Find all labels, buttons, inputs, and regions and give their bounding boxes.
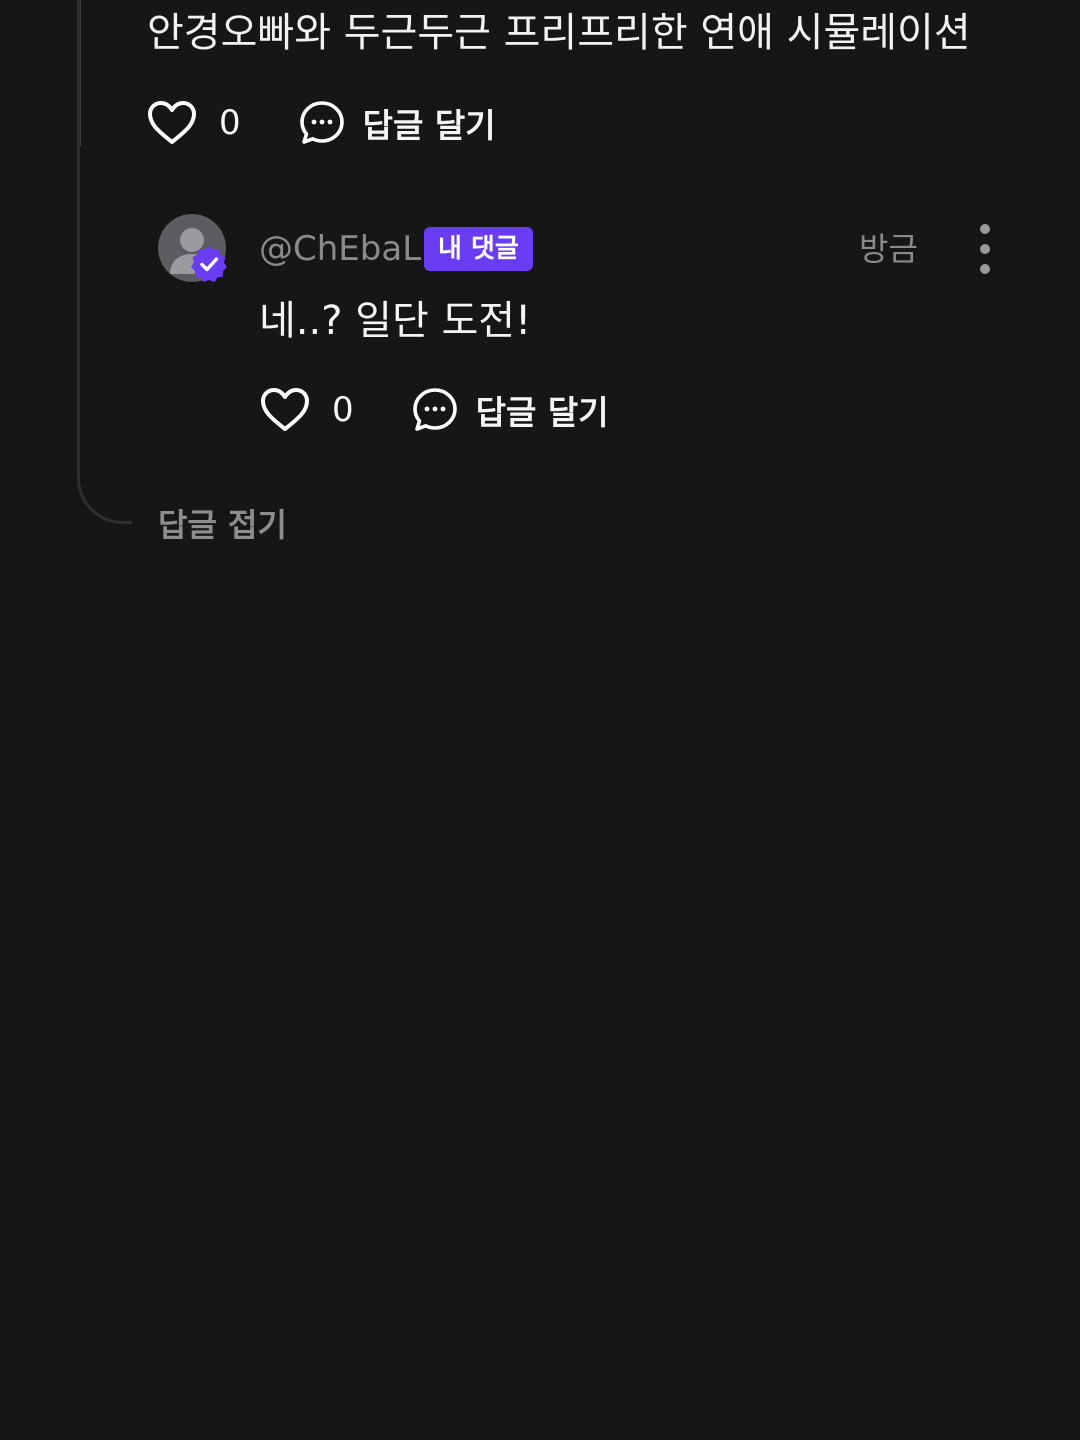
reply-comment-text: 네..? 일단 도전!: [259, 298, 532, 344]
heart-icon: [260, 387, 310, 433]
reply-reply-label: 답글 달기: [475, 393, 609, 432]
parent-comment-actions: 0 답글 달기: [147, 98, 496, 148]
reply-comment-actions: 0 답글 달기: [260, 385, 609, 435]
collapse-replies-button[interactable]: 답글 접기: [158, 504, 287, 546]
comment-thread: 안경오빠와 두근두근 프리프리한 연애 시뮬레이션 0 답글 달기 @ChEba…: [0, 0, 1080, 1440]
reply-username[interactable]: @ChEbaL: [259, 228, 421, 270]
verified-check-icon: [189, 244, 229, 288]
reply-like-button[interactable]: 0: [260, 387, 354, 433]
more-vertical-icon-dot: [980, 244, 990, 254]
speech-bubble-icon: [299, 100, 345, 146]
more-vertical-icon-dot: [980, 264, 990, 274]
my-comment-badge: 내 댓글: [424, 227, 533, 271]
more-vertical-icon: [980, 224, 990, 234]
parent-like-button[interactable]: 0: [147, 100, 241, 146]
thread-connector-curve: [77, 0, 132, 524]
reply-timestamp: 방금: [859, 230, 918, 268]
speech-bubble-icon: [412, 387, 458, 433]
parent-reply-button[interactable]: 답글 달기: [299, 99, 496, 147]
more-options-button[interactable]: [970, 220, 1000, 278]
reply-reply-button[interactable]: 답글 달기: [412, 386, 609, 434]
parent-reply-label: 답글 달기: [362, 106, 496, 145]
heart-icon: [147, 100, 197, 146]
reply-like-count: 0: [332, 390, 354, 430]
parent-comment-text: 안경오빠와 두근두근 프리프리한 연애 시뮬레이션: [147, 10, 971, 56]
parent-like-count: 0: [219, 103, 241, 143]
